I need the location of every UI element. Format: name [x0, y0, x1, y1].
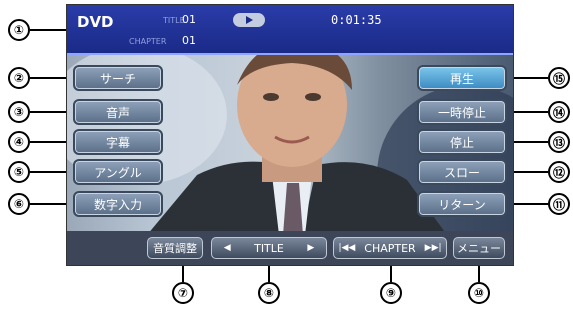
callout-15: ⑮ — [548, 67, 570, 89]
callout-2: ② — [8, 67, 30, 89]
title-next-icon[interactable]: ▶ — [307, 243, 314, 253]
slow-button[interactable]: スロー — [417, 159, 507, 185]
menu-button[interactable]: メニュー — [453, 237, 505, 259]
pause-button[interactable]: 一時停止 — [417, 99, 507, 125]
callout-1: ① — [8, 19, 30, 41]
stop-button[interactable]: 停止 — [417, 129, 507, 155]
callout-6: ⑥ — [8, 193, 30, 215]
chapter-next-icon[interactable]: ▶▶| — [425, 243, 442, 253]
return-button[interactable]: リターン — [417, 191, 507, 217]
angle-button[interactable]: アングル — [73, 159, 163, 185]
chapter-skip-control[interactable]: |◀◀ CHAPTER ▶▶| — [333, 237, 447, 259]
number-input-button[interactable]: 数字入力 — [73, 191, 163, 217]
status-bar: DVD TITLE 01 CHAPTER 01 0:01:35 — [67, 5, 513, 55]
chapter-prev-icon[interactable]: |◀◀ — [338, 243, 355, 253]
callout-14: ⑭ — [548, 101, 570, 123]
play-icon — [233, 13, 265, 27]
callout-4: ④ — [8, 131, 30, 153]
chapter-skip-label: CHAPTER — [364, 241, 416, 255]
title-value: 01 — [182, 13, 196, 26]
title-prev-icon[interactable]: ◀ — [224, 243, 231, 253]
audio-button[interactable]: 音声 — [73, 99, 163, 125]
callout-1-line — [30, 29, 68, 31]
callout-13: ⑬ — [548, 131, 570, 153]
chapter-label: CHAPTER — [129, 37, 167, 46]
dvd-screen: DVD TITLE 01 CHAPTER 01 0:01:35 サーチ 音声 字… — [66, 4, 514, 266]
callout-8: ⑧ — [258, 282, 280, 304]
title-skip-label: TITLE — [254, 241, 284, 255]
callout-5: ⑤ — [8, 161, 30, 183]
search-button[interactable]: サーチ — [73, 65, 163, 91]
elapsed-time: 0:01:35 — [331, 13, 382, 27]
callout-7: ⑦ — [172, 282, 194, 304]
callout-12: ⑫ — [548, 161, 570, 183]
callout-11: ⑪ — [548, 193, 570, 215]
callout-3: ③ — [8, 101, 30, 123]
callout-10: ⑩ — [468, 282, 490, 304]
play-button[interactable]: 再生 — [417, 65, 507, 91]
sound-adjust-button[interactable]: 音質調整 — [147, 237, 203, 259]
bottom-bar: 音質調整 ◀ TITLE ▶ |◀◀ CHAPTER ▶▶| メニュー — [67, 231, 513, 265]
chapter-value: 01 — [182, 34, 196, 47]
title-skip-control[interactable]: ◀ TITLE ▶ — [211, 237, 327, 259]
source-label: DVD — [77, 13, 114, 31]
callout-9: ⑨ — [380, 282, 402, 304]
subtitle-button[interactable]: 字幕 — [73, 129, 163, 155]
